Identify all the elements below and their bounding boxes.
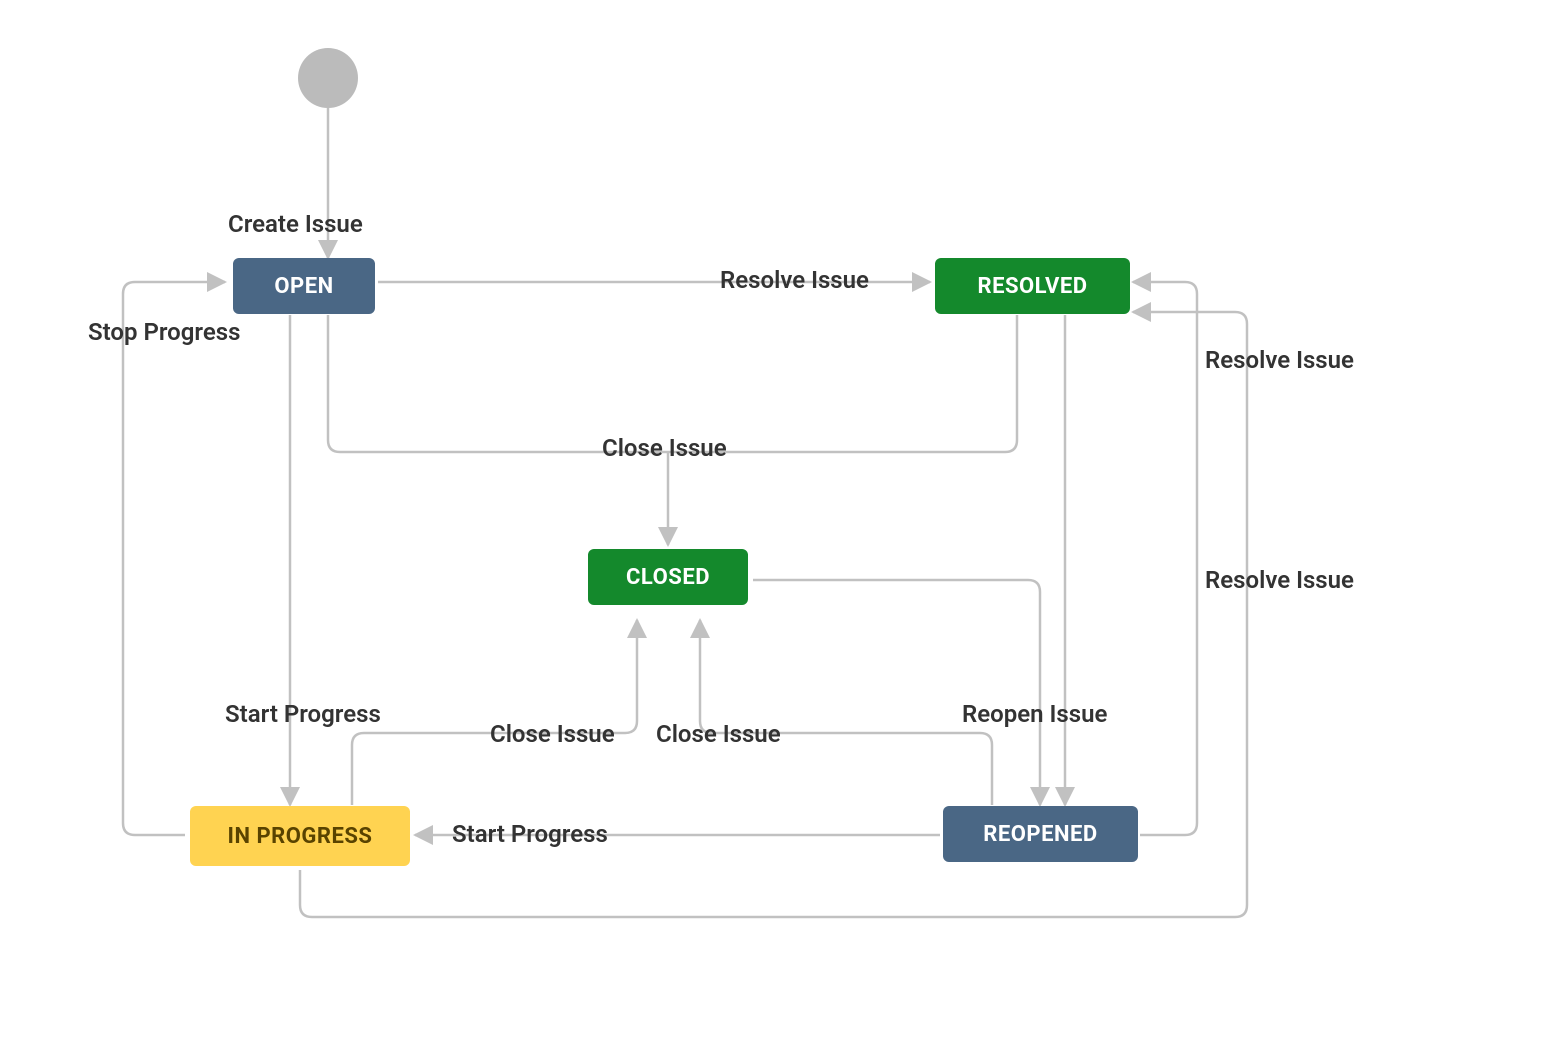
- edge-open-resolved-to-closed-top: [328, 315, 1017, 452]
- label-close-issue-left: Close Issue: [490, 720, 615, 748]
- edge-reopened-resolved: [1133, 282, 1197, 835]
- label-reopen-issue: Reopen Issue: [962, 700, 1107, 728]
- label-stop-progress: Stop Progress: [88, 318, 240, 346]
- state-open: OPEN: [233, 258, 375, 314]
- state-reopened: REOPENED: [943, 806, 1138, 862]
- state-closed: CLOSED: [588, 549, 748, 605]
- label-resolve-issue-ru: Resolve Issue: [1205, 346, 1354, 374]
- state-in-progress: IN PROGRESS: [190, 806, 410, 866]
- label-close-issue-top: Close Issue: [602, 434, 727, 462]
- label-resolve-issue-rl: Resolve Issue: [1205, 566, 1354, 594]
- start-node: [298, 48, 358, 108]
- edge-reopened-closed: [700, 620, 992, 805]
- edge-inprogress-closed: [352, 620, 637, 805]
- edge-inprogress-open: [123, 282, 225, 835]
- workflow-diagram: OPEN RESOLVED CLOSED IN PROGRESS REOPENE…: [0, 0, 1557, 1047]
- label-close-issue-right: Close Issue: [656, 720, 781, 748]
- edge-closed-reopened: [753, 580, 1040, 805]
- connectors-layer: [0, 0, 1557, 1047]
- label-create-issue: Create Issue: [228, 210, 363, 238]
- label-start-progress-left: Start Progress: [225, 700, 381, 728]
- label-open-resolve: Resolve Issue: [720, 266, 869, 294]
- label-start-progress-mid: Start Progress: [452, 820, 608, 848]
- state-resolved: RESOLVED: [935, 258, 1130, 314]
